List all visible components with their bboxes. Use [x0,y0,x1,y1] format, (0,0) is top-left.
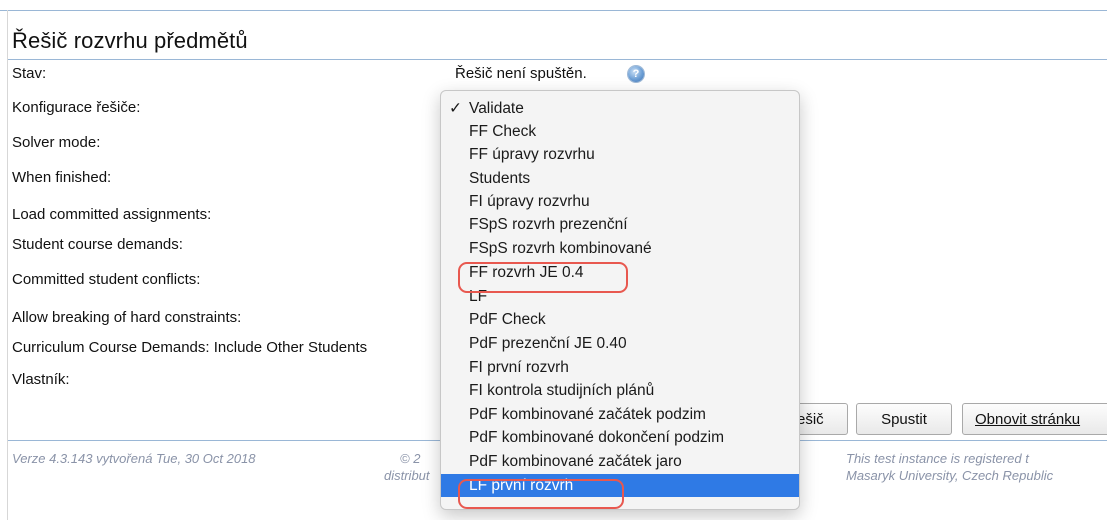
help-icon[interactable]: ? [628,66,644,82]
dropdown-option[interactable]: FSpS rozvrh kombinované [441,237,799,260]
footer-registration-2: Masaryk University, Czech Republic [846,468,1054,483]
student-demands-label: Student course demands: [12,236,183,253]
dropdown-option[interactable]: FSpS rozvrh prezenční [441,213,799,236]
page-frame: Řešič rozvrhu předmětů Stav: Řešič není … [0,0,1107,520]
dropdown-option[interactable]: Students [441,167,799,190]
owner-label: Vlastník: [12,371,70,388]
footer-copyright: © 2 [400,451,421,466]
load-committed-label: Load committed assignments: [12,206,212,223]
footer-version: Verze 4.3.143 vytvořená Tue, 30 Oct 2018 [12,451,256,466]
refresh-page-button[interactable]: Obnovit stránku [962,403,1107,435]
status-label: Stav: [12,65,47,82]
status-value: Řešič není spuštěn. [455,65,587,82]
dropdown-option[interactable]: ✓ Validate [441,97,799,120]
title-divider [8,59,1107,60]
curriculum-demands-label: Curriculum Course Demands: Include Other… [12,339,368,356]
dropdown-option[interactable]: FF Check [441,120,799,143]
footer-registration-1: This test instance is registered t [846,451,1029,466]
page-title: Řešič rozvrhu předmětů [12,28,248,53]
dropdown-option[interactable]: PdF kombinované začátek jaro [441,450,799,473]
left-border [7,10,8,520]
committed-conflicts-label: Committed student conflicts: [12,271,201,288]
when-finished-label: When finished: [12,169,112,186]
start-button[interactable]: Spustit [856,403,952,435]
dropdown-option[interactable]: FF úpravy rozvrhu [441,143,799,166]
footer-distribution: distribut [384,468,430,483]
dropdown-option[interactable]: PdF Check [441,308,799,331]
refresh-page-label: Obnovit stránku [975,411,1081,428]
allow-breaking-label: Allow breaking of hard constraints: [12,309,242,326]
solver-mode-label: Solver mode: [12,134,101,151]
dropdown-option[interactable]: PdF prezenční JE 0.40 [441,332,799,355]
dropdown-option[interactable]: FI první rozvrh [441,356,799,379]
dropdown-option[interactable]: PdF kombinované dokončení podzim [441,426,799,449]
annotation-ring-ff-rozvrh [458,262,628,293]
checkmark-icon: ✓ [449,100,462,117]
annotation-ring-lf-prvni-rozvrh [458,479,624,509]
top-border [0,10,1107,11]
dropdown-option[interactable]: FI úpravy rozvrhu [441,190,799,213]
solver-config-dropdown[interactable]: ✓ Validate FF Check FF úpravy rozvrhu St… [440,90,800,510]
dropdown-option[interactable]: PdF kombinované začátek podzim [441,403,799,426]
dropdown-option[interactable]: FI kontrola studijních plánů [441,379,799,402]
solver-config-label: Konfigurace řešiče: [12,99,141,116]
